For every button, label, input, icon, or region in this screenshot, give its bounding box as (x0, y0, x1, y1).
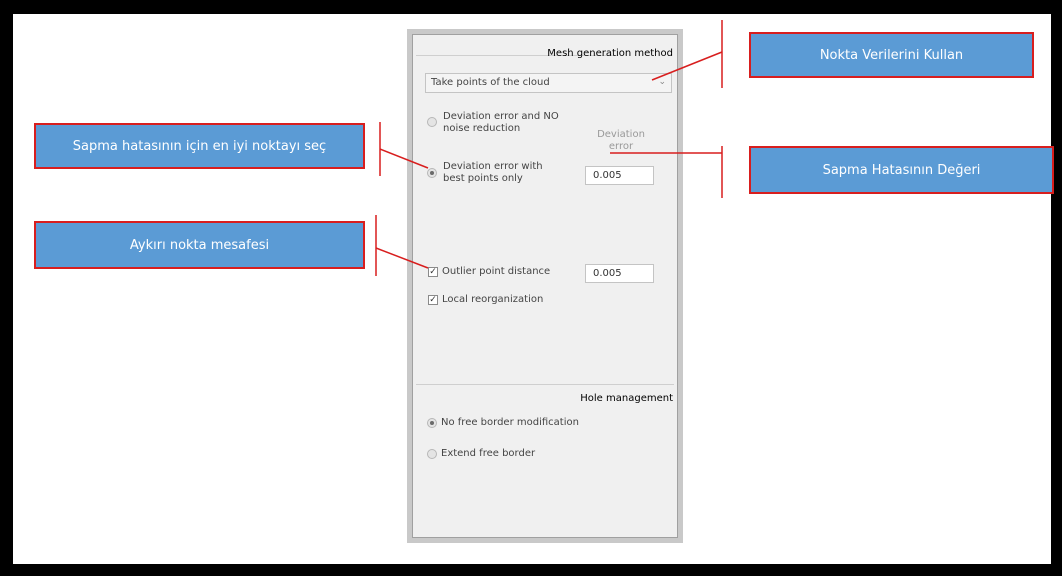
callout-outlier-distance: Aykırı nokta mesafesi (34, 221, 365, 269)
leader-lines (375, 20, 723, 276)
callout-use-point-data: Nokta Verilerini Kullan (749, 32, 1034, 78)
leader-line (375, 247, 429, 269)
leader-line (651, 51, 723, 81)
leader-line (379, 148, 429, 169)
callout-best-point: Sapma hatasının için en iyi noktayı seç (34, 123, 365, 169)
callout-deviation-value: Sapma Hatasının Değeri (749, 146, 1054, 194)
